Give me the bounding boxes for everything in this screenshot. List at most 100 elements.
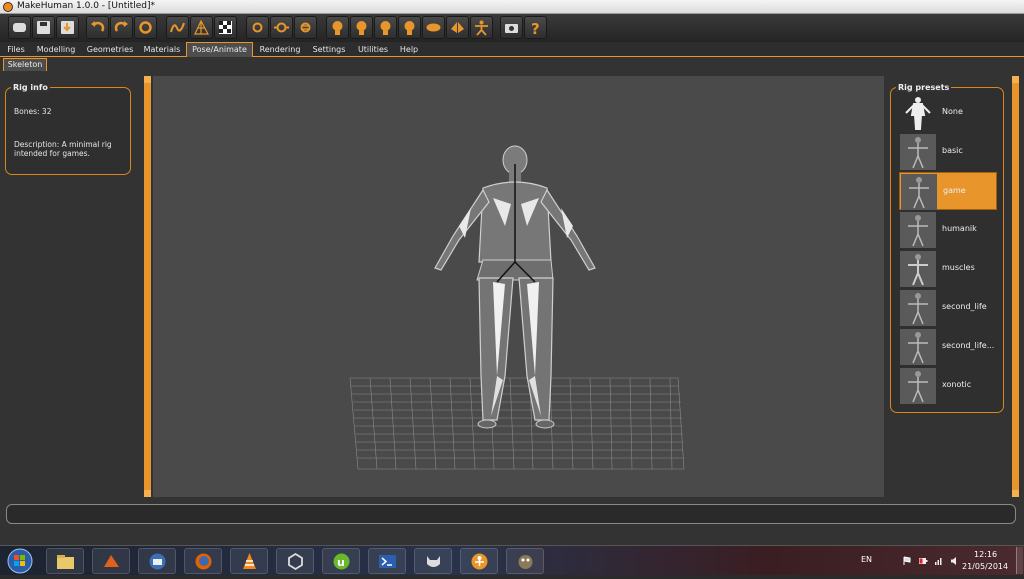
export-icon[interactable]: [56, 16, 79, 39]
left-panel-scrollbar[interactable]: [144, 76, 151, 497]
preset-game[interactable]: game: [899, 172, 997, 210]
show-desktop-button[interactable]: [1016, 547, 1023, 574]
explorer-taskbar-icon[interactable]: [46, 548, 84, 574]
volume-icon[interactable]: [950, 556, 960, 566]
preset-xonotic-thumbnail: [900, 368, 936, 404]
gimp-taskbar-icon[interactable]: [506, 548, 544, 574]
preset-game-thumbnail: [901, 174, 937, 210]
tab-utilities[interactable]: Utilities: [353, 43, 393, 57]
powershell-taskbar-icon[interactable]: [368, 548, 406, 574]
preset-label: humanik: [942, 224, 977, 233]
tab-settings[interactable]: Settings: [307, 43, 351, 57]
main-content: Rig info Bones: 32 Description: A minima…: [0, 71, 1024, 499]
preset-label: second_life...: [942, 341, 995, 350]
rig-description-line1: Description: A minimal rig: [14, 140, 112, 149]
front-view-icon[interactable]: [270, 16, 293, 39]
thunderbird-taskbar-icon[interactable]: [138, 548, 176, 574]
redo-icon[interactable]: [110, 16, 133, 39]
status-field: [6, 504, 1016, 524]
tab-rendering[interactable]: Rendering: [255, 43, 305, 57]
preset-second-life-2[interactable]: second_life...: [899, 328, 997, 366]
tab-materials[interactable]: Materials: [140, 43, 184, 57]
network-icon[interactable]: [934, 556, 944, 566]
tab-geometries[interactable]: Geometries: [82, 43, 138, 57]
vlc-taskbar-icon[interactable]: [230, 548, 268, 574]
left-view-icon[interactable]: [374, 16, 397, 39]
side-view-icon[interactable]: [294, 16, 317, 39]
top-view-icon[interactable]: [350, 16, 373, 39]
rig-info-title: Rig info: [11, 83, 50, 92]
symmetry-right-icon[interactable]: [470, 16, 493, 39]
rig-presets-title: Rig presets: [896, 83, 952, 92]
symmetry-left-icon[interactable]: [446, 16, 469, 39]
rig-info-panel: Rig info Bones: 32 Description: A minima…: [5, 83, 131, 175]
preset-xonotic[interactable]: xonotic: [899, 367, 997, 405]
rig-description-line2: intended for games.: [14, 149, 90, 158]
preset-none-thumbnail: [900, 95, 936, 131]
wireframe-icon[interactable]: [190, 16, 213, 39]
utorrent-taskbar-icon[interactable]: u: [322, 548, 360, 574]
background-icon[interactable]: [214, 16, 237, 39]
language-indicator[interactable]: EN: [861, 555, 872, 564]
flag-icon[interactable]: [902, 556, 912, 566]
back-view-icon[interactable]: [326, 16, 349, 39]
main-tabs: Files Modelling Geometries Materials Pos…: [0, 42, 1024, 57]
pose-icon[interactable]: [246, 16, 269, 39]
scroll-up-arrow[interactable]: [1012, 76, 1019, 83]
reset-camera-icon[interactable]: [422, 16, 445, 39]
start-button[interactable]: [3, 547, 37, 575]
svg-text:?: ?: [531, 20, 540, 36]
preset-label: xonotic: [942, 380, 972, 389]
preset-basic[interactable]: basic: [899, 133, 997, 171]
preset-label: None: [942, 107, 963, 116]
scroll-down-arrow[interactable]: [1012, 490, 1019, 497]
right-view-icon[interactable]: [398, 16, 421, 39]
preset-humanik[interactable]: humanik: [899, 211, 997, 249]
right-panel-scrollbar[interactable]: [1012, 76, 1019, 497]
preset-humanik-thumbnail: [900, 212, 936, 248]
title-bar: MakeHuman 1.0.0 - [Untitled]*: [0, 0, 1024, 14]
3d-viewport[interactable]: [153, 76, 884, 497]
main-toolbar: ?: [0, 14, 1024, 42]
makehuman-app-icon: [3, 2, 13, 12]
scroll-up-arrow[interactable]: [144, 76, 151, 83]
new-icon[interactable]: [8, 16, 31, 39]
screenshot-icon[interactable]: [500, 16, 523, 39]
tab-modelling[interactable]: Modelling: [32, 43, 80, 57]
preset-basic-thumbnail: [900, 134, 936, 170]
tab-files[interactable]: Files: [2, 43, 30, 57]
unity-taskbar-icon[interactable]: [276, 548, 314, 574]
windows-taskbar: u EN 12:16 21/05/2014: [0, 545, 1024, 575]
preset-second-life-2-thumbnail: [900, 329, 936, 365]
undo-icon[interactable]: [86, 16, 109, 39]
tab-skeleton[interactable]: Skeleton: [3, 58, 47, 71]
ground-grid: [349, 377, 685, 470]
status-bar: [0, 499, 1024, 545]
window-title: MakeHuman 1.0.0 - [Untitled]*: [17, 1, 156, 11]
preset-muscles[interactable]: muscles: [899, 250, 997, 288]
human-model-render[interactable]: [153, 76, 884, 497]
save-icon[interactable]: [32, 16, 55, 39]
bones-count: Bones: 32: [14, 107, 52, 116]
clock-time[interactable]: 12:16: [974, 550, 997, 559]
preset-label: muscles: [942, 263, 975, 272]
smooth-icon[interactable]: [166, 16, 189, 39]
tab-pose-animate[interactable]: Pose/Animate: [186, 42, 253, 57]
reset-icon[interactable]: [134, 16, 157, 39]
preset-second-life[interactable]: second_life: [899, 289, 997, 327]
tomcat-taskbar-icon[interactable]: [414, 548, 452, 574]
matlab-taskbar-icon[interactable]: [92, 548, 130, 574]
firefox-taskbar-icon[interactable]: [184, 548, 222, 574]
preset-muscles-thumbnail: [900, 251, 936, 287]
sub-tabs: Skeleton: [0, 57, 1024, 71]
help-icon[interactable]: ?: [524, 16, 547, 39]
battery-icon[interactable]: [918, 556, 928, 566]
preset-label: basic: [942, 146, 963, 155]
clock-date[interactable]: 21/05/2014: [962, 562, 1008, 571]
scroll-down-arrow[interactable]: [144, 490, 151, 497]
preset-none[interactable]: None: [899, 94, 997, 132]
makehuman-taskbar-icon[interactable]: [460, 548, 498, 574]
svg-text:u: u: [337, 556, 345, 569]
preset-label: game: [943, 186, 966, 195]
tab-help[interactable]: Help: [395, 43, 423, 57]
